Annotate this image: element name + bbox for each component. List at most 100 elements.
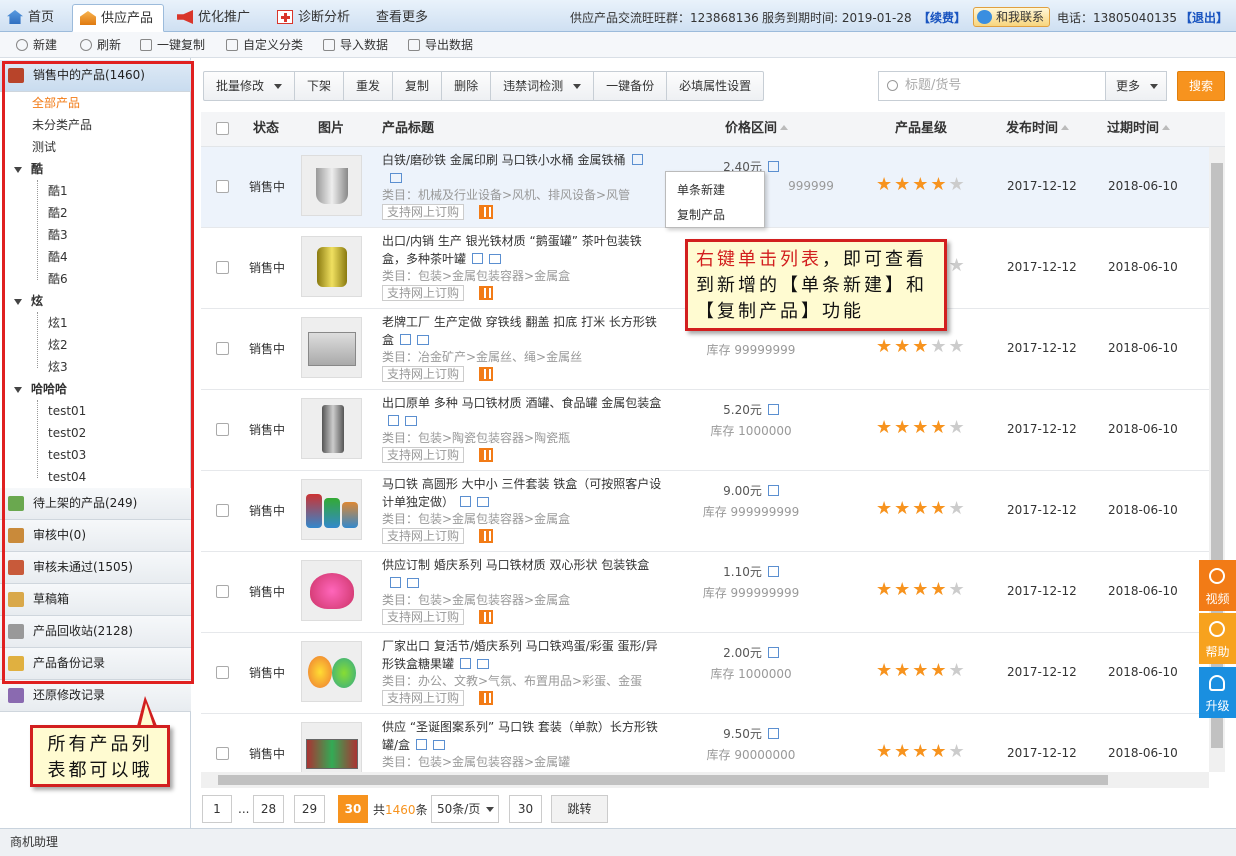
edit-icon[interactable]: [767, 404, 779, 415]
product-image[interactable]: [301, 722, 362, 772]
edit-icon[interactable]: [400, 334, 412, 345]
row-checkbox[interactable]: [216, 423, 229, 436]
row-checkbox[interactable]: [216, 261, 229, 274]
tab-supply-products[interactable]: 供应产品: [72, 4, 164, 32]
page-current[interactable]: 30: [338, 795, 368, 823]
per-page-select[interactable]: 50条/页: [431, 795, 499, 823]
required-attrs-button[interactable]: 必填属性设置: [667, 72, 763, 100]
header-expire[interactable]: 过期时间: [1107, 112, 1171, 146]
contact-me-button[interactable]: 和我联系: [973, 7, 1050, 27]
row-checkbox[interactable]: [216, 504, 229, 517]
sidebar-group-cool[interactable]: 酷: [14, 158, 43, 180]
product-title[interactable]: 出口原单 多种 马口铁材质 酒罐、食品罐 金属包装盒: [382, 394, 662, 430]
jump-page-input[interactable]: 30: [509, 795, 542, 823]
product-title[interactable]: 老牌工厂 生产定做 穿铁线 翻盖 扣底 打米 长方形铁盒: [382, 313, 662, 349]
row-checkbox[interactable]: [216, 666, 229, 679]
product-title[interactable]: 供应 “圣诞图案系列” 马口铁 套装（单款）长方形铁罐/盒: [382, 718, 662, 754]
product-title[interactable]: 马口铁 高圆形 大中小 三件套装 铁盒（可按照客户设计单独定做）: [382, 475, 662, 511]
edit-icon[interactable]: [767, 161, 779, 172]
custom-category-button[interactable]: 自定义分类: [226, 37, 303, 53]
sidebar-item-test[interactable]: 测试: [32, 136, 56, 158]
sidebar-leaf[interactable]: test04: [48, 466, 86, 488]
picture-icon[interactable]: [477, 659, 490, 669]
product-title[interactable]: 厂家出口 复活节/婚庆系列 马口铁鸡蛋/彩蛋 蛋形/异形铁盒糖果罐: [382, 637, 662, 673]
sidebar-pending[interactable]: 待上架的产品(249): [0, 488, 191, 520]
export-button[interactable]: 导出数据: [408, 37, 473, 53]
sidebar-leaf[interactable]: 酷3: [48, 224, 68, 246]
qrcode-icon[interactable]: [479, 205, 493, 219]
sidebar-recycle[interactable]: 产品回收站(2128): [0, 616, 191, 648]
product-image[interactable]: [301, 236, 362, 297]
edit-icon[interactable]: [390, 577, 401, 588]
row-checkbox[interactable]: [216, 585, 229, 598]
search-input[interactable]: 标题/货号: [878, 71, 1106, 101]
edit-icon[interactable]: [460, 658, 472, 669]
edit-icon[interactable]: [416, 739, 428, 750]
table-row[interactable]: 销售中 厂家出口 复活节/婚庆系列 马口铁鸡蛋/彩蛋 蛋形/异形铁盒糖果罐 类目…: [201, 633, 1209, 714]
sidebar-item-all-products[interactable]: 全部产品: [32, 92, 80, 114]
sidebar-rejected[interactable]: 审核未通过(1505): [0, 552, 191, 584]
select-all-checkbox[interactable]: [216, 122, 229, 135]
picture-icon[interactable]: [433, 740, 446, 750]
product-title[interactable]: 白铁/磨砂铁 金属印刷 马口铁小水桶 金属铁桶: [382, 151, 662, 187]
qrcode-icon[interactable]: [479, 610, 493, 624]
sidebar-leaf[interactable]: test01: [48, 400, 86, 422]
tab-promotion[interactable]: 优化推广: [170, 4, 264, 32]
menu-item-copy-product[interactable]: 复制产品: [677, 206, 725, 223]
sidebar-group-dazzle[interactable]: 炫: [14, 290, 43, 312]
offshelf-button[interactable]: 下架: [295, 72, 345, 100]
product-image[interactable]: [301, 317, 362, 378]
product-title[interactable]: 出口/内销 生产 银光铁材质 “鹅蛋罐” 茶叶包装铁盒，多种茶叶罐: [382, 232, 662, 268]
product-image[interactable]: [301, 479, 362, 540]
qrcode-icon[interactable]: [479, 367, 493, 381]
picture-icon[interactable]: [407, 578, 419, 588]
qrcode-icon[interactable]: [479, 448, 493, 462]
picture-icon[interactable]: [477, 497, 490, 507]
table-row[interactable]: 销售中 马口铁 高圆形 大中小 三件套装 铁盒（可按照客户设计单独定做） 类目：…: [201, 471, 1209, 552]
sidebar-reviewing[interactable]: 审核中(0): [0, 520, 191, 552]
jump-button[interactable]: 跳转: [551, 795, 608, 823]
qrcode-icon[interactable]: [479, 286, 493, 300]
upgrade-button[interactable]: 升级: [1199, 667, 1236, 718]
header-publish[interactable]: 发布时间: [1006, 112, 1070, 146]
table-row[interactable]: 销售中 出口原单 多种 马口铁材质 酒罐、食品罐 金属包装盒 类目：包装>陶瓷包…: [201, 390, 1209, 471]
page-28[interactable]: 28: [253, 795, 284, 823]
sidebar-restore[interactable]: 还原修改记录: [0, 680, 191, 712]
banned-word-check-button[interactable]: 违禁词检测: [491, 72, 595, 100]
table-row[interactable]: 销售中 供应订制 婚庆系列 马口铁材质 双心形状 包装铁盒 类目：包装>金属包装…: [201, 552, 1209, 633]
picture-icon[interactable]: [417, 335, 430, 345]
new-button[interactable]: 新建: [16, 37, 57, 53]
edit-icon[interactable]: [472, 253, 484, 264]
edit-icon[interactable]: [767, 647, 779, 658]
sidebar-backup[interactable]: 产品备份记录: [0, 648, 191, 680]
sidebar-leaf[interactable]: 酷1: [48, 180, 68, 202]
qrcode-icon[interactable]: [479, 529, 493, 543]
edit-icon[interactable]: [767, 728, 779, 739]
picture-icon[interactable]: [390, 173, 402, 183]
menu-item-single-new[interactable]: 单条新建: [677, 181, 725, 198]
sidebar-group-hahaha[interactable]: 哈哈哈: [14, 378, 67, 400]
more-dropdown[interactable]: 更多: [1105, 71, 1167, 101]
qrcode-icon[interactable]: [479, 691, 493, 705]
tab-view-more[interactable]: 查看更多: [348, 4, 438, 32]
edit-icon[interactable]: [388, 415, 399, 426]
video-button[interactable]: 视频: [1199, 560, 1236, 611]
sidebar-drafts[interactable]: 草稿箱: [0, 584, 191, 616]
batch-edit-button[interactable]: 批量修改: [204, 72, 296, 100]
table-row[interactable]: 销售中 供应 “圣诞图案系列” 马口铁 套装（单款）长方形铁罐/盒 类目：包装>…: [201, 714, 1209, 772]
sidebar-leaf[interactable]: 酷2: [48, 202, 68, 224]
tab-home[interactable]: 首页: [0, 4, 66, 32]
repost-button[interactable]: 重发: [344, 72, 394, 100]
refresh-button[interactable]: 刷新: [80, 37, 121, 53]
delete-button[interactable]: 删除: [442, 72, 492, 100]
sidebar-leaf[interactable]: test02: [48, 422, 86, 444]
renew-link[interactable]: 【续费】: [918, 9, 966, 26]
picture-icon[interactable]: [489, 254, 502, 264]
sidebar-leaf[interactable]: 酷6: [48, 268, 68, 290]
page-1[interactable]: 1: [202, 795, 232, 823]
copy-button[interactable]: 复制: [393, 72, 443, 100]
row-checkbox[interactable]: [216, 747, 229, 760]
one-click-backup-button[interactable]: 一键备份: [594, 72, 668, 100]
sidebar-leaf[interactable]: 炫2: [48, 334, 68, 356]
logout-link[interactable]: 【退出】: [1180, 9, 1228, 26]
